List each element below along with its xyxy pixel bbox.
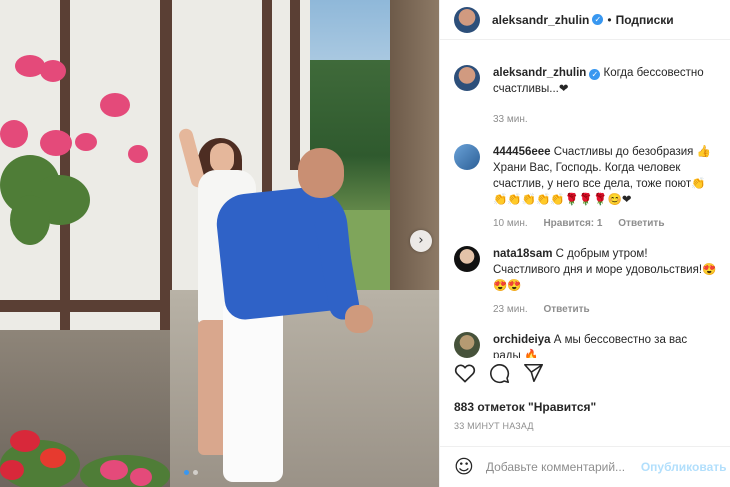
reply-button[interactable]: Ответить [618,218,664,229]
comments-list[interactable]: aleksandr_zhulin ✓ Когда бессовестно счас… [440,53,730,358]
header-username[interactable]: aleksandr_zhulin [492,13,589,27]
share-icon[interactable] [523,363,544,383]
post-sidebar: aleksandr_zhulin ✓ • Подписки aleksandr_… [439,0,730,487]
smiley-icon[interactable]: ☺ [454,456,474,478]
avatar[interactable] [454,144,480,170]
post-photo[interactable]: › [0,0,439,487]
woman-face [210,143,234,173]
carousel-indicator [184,470,198,475]
man-trousers [223,300,283,482]
following-button[interactable]: Подписки [616,13,674,27]
comment-icon[interactable] [489,363,510,384]
avatar[interactable] [454,246,480,272]
heart-icon[interactable] [454,363,476,383]
flower-pot [0,45,150,255]
comment-item: nata18sam С добрым утром! Счастливого дн… [454,246,717,318]
timber-beam [290,0,300,170]
separator-dot: • [607,12,612,27]
man-hand [345,305,373,333]
comment-username[interactable]: nata18sam [493,248,552,260]
caption-username[interactable]: aleksandr_zhulin [493,67,586,79]
comment-item: orchideiya А мы бессовестно за вас рады … [454,332,717,358]
caption-time[interactable]: 33 мин. [493,114,528,125]
verified-badge-icon: ✓ [592,14,604,25]
carousel-dot [193,470,198,475]
post-timestamp[interactable]: 33 МИНУТ НАЗАД [454,421,534,431]
carousel-next-button[interactable]: › [410,230,432,252]
avatar[interactable] [454,6,480,33]
caption: aleksandr_zhulin ✓ Когда бессовестно счас… [454,53,717,128]
verified-badge-icon: ✓ [589,69,601,80]
post-comment-button[interactable]: Опубликовать [641,460,727,474]
comment-time[interactable]: 23 мин. [493,304,528,315]
reply-button[interactable]: Ответить [543,304,589,315]
post-header: aleksandr_zhulin ✓ • Подписки [440,0,730,40]
comment-username[interactable]: orchideiya [493,334,551,346]
carousel-dot [184,470,189,475]
comment-time[interactable]: 10 мин. [493,218,528,229]
like-count[interactable]: 883 отметок "Нравится" [454,400,596,414]
add-comment-bar: ☺ Опубликовать [440,446,730,487]
avatar[interactable] [454,65,480,91]
comment-username[interactable]: 444456eee [493,146,551,158]
comment-item: 444456eee Счастливы до безобразия 👍 Хран… [454,144,717,232]
flower-bed [0,420,170,487]
timber-beam [0,300,190,312]
comment-like-count[interactable]: Нравится: 1 [543,218,602,229]
action-bar [454,363,544,384]
man-head [298,148,344,198]
chevron-right-icon: › [418,233,424,248]
comment-input[interactable] [485,460,641,474]
avatar[interactable] [454,332,480,358]
